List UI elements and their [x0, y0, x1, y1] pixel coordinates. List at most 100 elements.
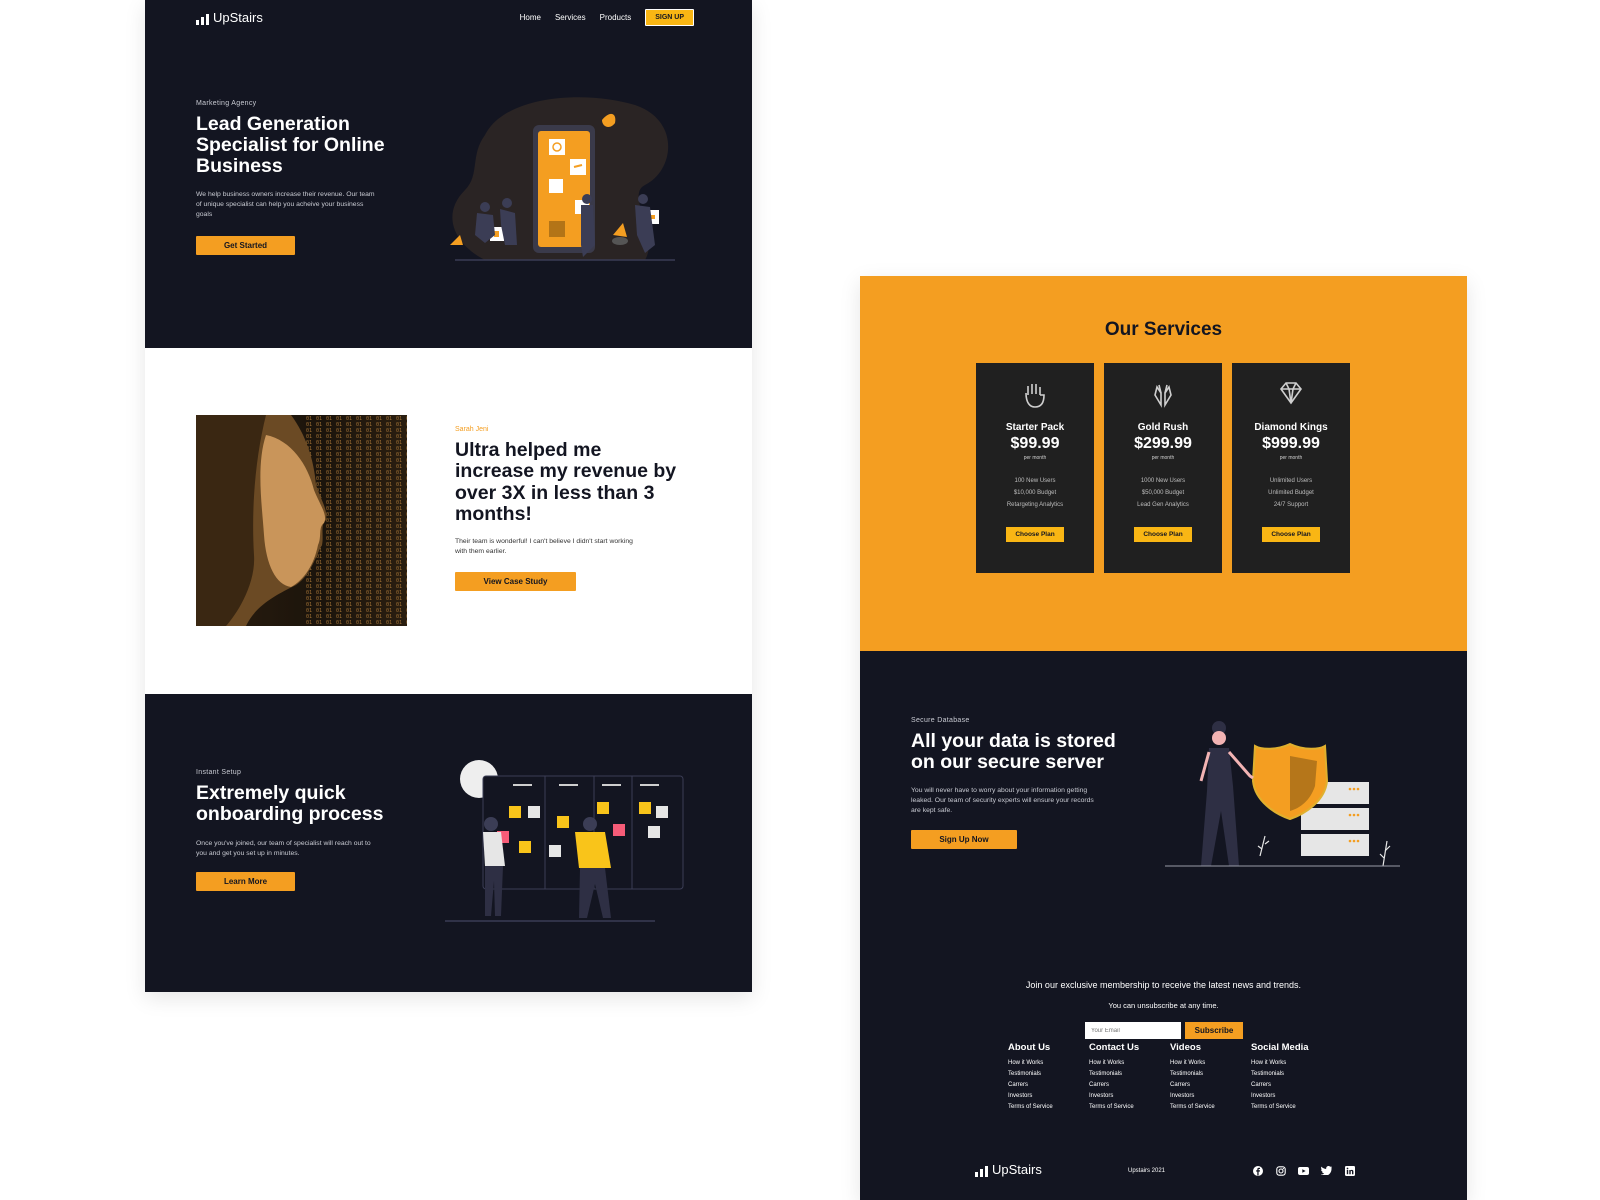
- view-case-study-button[interactable]: View Case Study: [455, 572, 576, 591]
- reviewer-name: Sarah Jeni: [455, 426, 489, 433]
- diamond-icon: [1232, 381, 1350, 411]
- pricing-card-starter: Starter Pack $99.99 per month 100 New Us…: [976, 363, 1094, 573]
- plan-feature: Lead Gen Analytics: [1137, 502, 1189, 508]
- subscribe-button[interactable]: Subscribe: [1185, 1022, 1243, 1039]
- nav-products[interactable]: Products: [600, 13, 632, 22]
- plan-feature: 1000 New Users: [1140, 478, 1186, 484]
- footer-column-about: About Us How it Works Testimonials Carre…: [1008, 1042, 1088, 1113]
- landing-page-right: Our Services Starter Pack $99.99 per mon…: [860, 276, 1467, 1200]
- footer-link[interactable]: Testimonials: [1008, 1069, 1088, 1080]
- plan-name: Gold Rush: [1137, 422, 1189, 433]
- footer-link[interactable]: Terms of Service: [1089, 1102, 1169, 1113]
- footer-link[interactable]: How it Works: [1251, 1058, 1331, 1069]
- get-started-button[interactable]: Get Started: [196, 236, 295, 255]
- linkedin-icon[interactable]: [1344, 1165, 1355, 1176]
- footer-link[interactable]: Investors: [1008, 1091, 1088, 1102]
- learn-more-button[interactable]: Learn More: [196, 872, 295, 891]
- plan-period: per month: [1023, 455, 1047, 461]
- services-title: Our Services: [1104, 319, 1223, 340]
- landing-page-left: UpStairs Home Services Products SIGN UP …: [145, 0, 752, 992]
- plan-feature: 24/7 Support: [1273, 502, 1309, 508]
- footer-link[interactable]: Carrers: [1089, 1080, 1169, 1091]
- newsletter-subtext: You can unsubscribe at any time.: [1108, 1001, 1219, 1010]
- hand-icon: [976, 381, 1094, 411]
- secure-description: You will never have to worry about your …: [911, 787, 1094, 814]
- secure-and-footer-section: Secure Database All your data is stored …: [860, 651, 1467, 1200]
- plan-feature: $50,000 Budget: [1141, 490, 1185, 496]
- footer-link[interactable]: Testimonials: [1089, 1069, 1169, 1080]
- pricing-card-diamond: Diamond Kings $999.99 per month Unlimite…: [1232, 363, 1350, 573]
- kanban-board-illustration: [445, 760, 684, 922]
- plan-name: Starter Pack: [1005, 422, 1065, 433]
- footer-link[interactable]: How it Works: [1170, 1058, 1250, 1069]
- plan-name: Diamond Kings: [1254, 422, 1328, 433]
- nav-services[interactable]: Services: [555, 13, 586, 22]
- footer-link[interactable]: How it Works: [1008, 1058, 1088, 1069]
- testimonial-quote: Ultra helped me increase my revenue by o…: [455, 439, 677, 526]
- brand-name: UpStairs: [213, 10, 263, 25]
- footer-link[interactable]: Terms of Service: [1008, 1102, 1088, 1113]
- choose-plan-button[interactable]: Choose Plan: [1006, 527, 1064, 542]
- footer-link[interactable]: Carrers: [1170, 1080, 1250, 1091]
- footer-link[interactable]: How it Works: [1089, 1058, 1169, 1069]
- footer-column-videos: Videos How it Works Testimonials Carrers…: [1170, 1042, 1250, 1113]
- footer-column-social: Social Media How it Works Testimonials C…: [1251, 1042, 1331, 1113]
- facebook-icon[interactable]: [1252, 1165, 1263, 1176]
- plan-period: per month: [1151, 455, 1175, 461]
- footer-link[interactable]: Carrers: [1251, 1080, 1331, 1091]
- twitter-icon[interactable]: [1321, 1165, 1332, 1176]
- footer-column-contact: Contact Us How it Works Testimonials Car…: [1089, 1042, 1169, 1113]
- plan-feature: $10,000 Budget: [1013, 490, 1057, 496]
- footer-link[interactable]: Terms of Service: [1170, 1102, 1250, 1113]
- testimonial-body: Their team is wonderful! I can't believe…: [455, 538, 633, 555]
- footer-link[interactable]: Investors: [1170, 1091, 1250, 1102]
- nav-home[interactable]: Home: [520, 13, 541, 22]
- secure-title: All your data is stored on our secure se…: [911, 730, 1116, 774]
- plan-feature: Retargeting Analytics: [1006, 502, 1064, 508]
- instagram-icon[interactable]: [1275, 1165, 1286, 1176]
- hero-eyebrow: Marketing Agency: [196, 100, 257, 107]
- footer-column-title: Social Media: [1251, 1042, 1309, 1053]
- brand-logo[interactable]: UpStairs: [196, 10, 263, 25]
- bar-chart-icon: [196, 13, 209, 25]
- footer-link[interactable]: Testimonials: [1251, 1069, 1331, 1080]
- plan-feature: 100 New Users: [1014, 478, 1056, 484]
- hands-icon: [1104, 381, 1222, 411]
- secure-server-illustration: [1165, 721, 1400, 867]
- footer-link[interactable]: Investors: [1251, 1091, 1331, 1102]
- footer-column-title: About Us: [1008, 1042, 1051, 1053]
- choose-plan-button[interactable]: Choose Plan: [1134, 527, 1192, 542]
- onboarding-title: Extremely quick onboarding process: [196, 782, 384, 826]
- secure-eyebrow: Secure Database: [911, 717, 970, 724]
- email-input[interactable]: [1085, 1022, 1181, 1039]
- footer-link[interactable]: Investors: [1089, 1091, 1169, 1102]
- nav-links: Home Services Products SIGN UP: [520, 9, 694, 26]
- hero-section: UpStairs Home Services Products SIGN UP …: [145, 0, 752, 348]
- footer-column-title: Contact Us: [1089, 1042, 1140, 1053]
- onboarding-section: Instant Setup Extremely quick onboarding…: [145, 694, 752, 992]
- plan-feature: Unlimited Budget: [1268, 490, 1314, 496]
- sign-up-now-button[interactable]: Sign Up Now: [911, 830, 1017, 849]
- youtube-icon[interactable]: [1298, 1165, 1309, 1176]
- choose-plan-button[interactable]: Choose Plan: [1262, 527, 1320, 542]
- hero-title: Lead Generation Specialist for Online Bu…: [196, 113, 385, 178]
- onboarding-description: Once you've joined, our team of speciali…: [196, 840, 371, 857]
- footer-brand-logo[interactable]: UpStairs: [975, 1162, 1042, 1177]
- top-nav: UpStairs Home Services Products SIGN UP: [145, 0, 752, 34]
- testimonial-section: 01 Sarah Jeni Ultra helped me increase m…: [145, 348, 752, 694]
- signup-button[interactable]: SIGN UP: [645, 9, 694, 26]
- plan-feature: Unlimited Users: [1269, 478, 1313, 484]
- woman-profile-photo: 01: [196, 415, 407, 626]
- pricing-card-gold: Gold Rush $299.99 per month 1000 New Use…: [1104, 363, 1222, 573]
- footer-link[interactable]: Testimonials: [1170, 1069, 1250, 1080]
- plan-period: per month: [1279, 455, 1303, 461]
- hero-description: We help business owners increase their r…: [196, 191, 375, 218]
- footer-link[interactable]: Terms of Service: [1251, 1102, 1331, 1113]
- brand-name: UpStairs: [992, 1162, 1042, 1177]
- bar-chart-icon: [975, 1165, 988, 1177]
- plan-price: $999.99: [1262, 435, 1320, 452]
- plan-price: $99.99: [1010, 435, 1060, 452]
- footer-link[interactable]: Carrers: [1008, 1080, 1088, 1091]
- services-section: Our Services Starter Pack $99.99 per mon…: [860, 276, 1467, 651]
- onboarding-eyebrow: Instant Setup: [196, 769, 242, 776]
